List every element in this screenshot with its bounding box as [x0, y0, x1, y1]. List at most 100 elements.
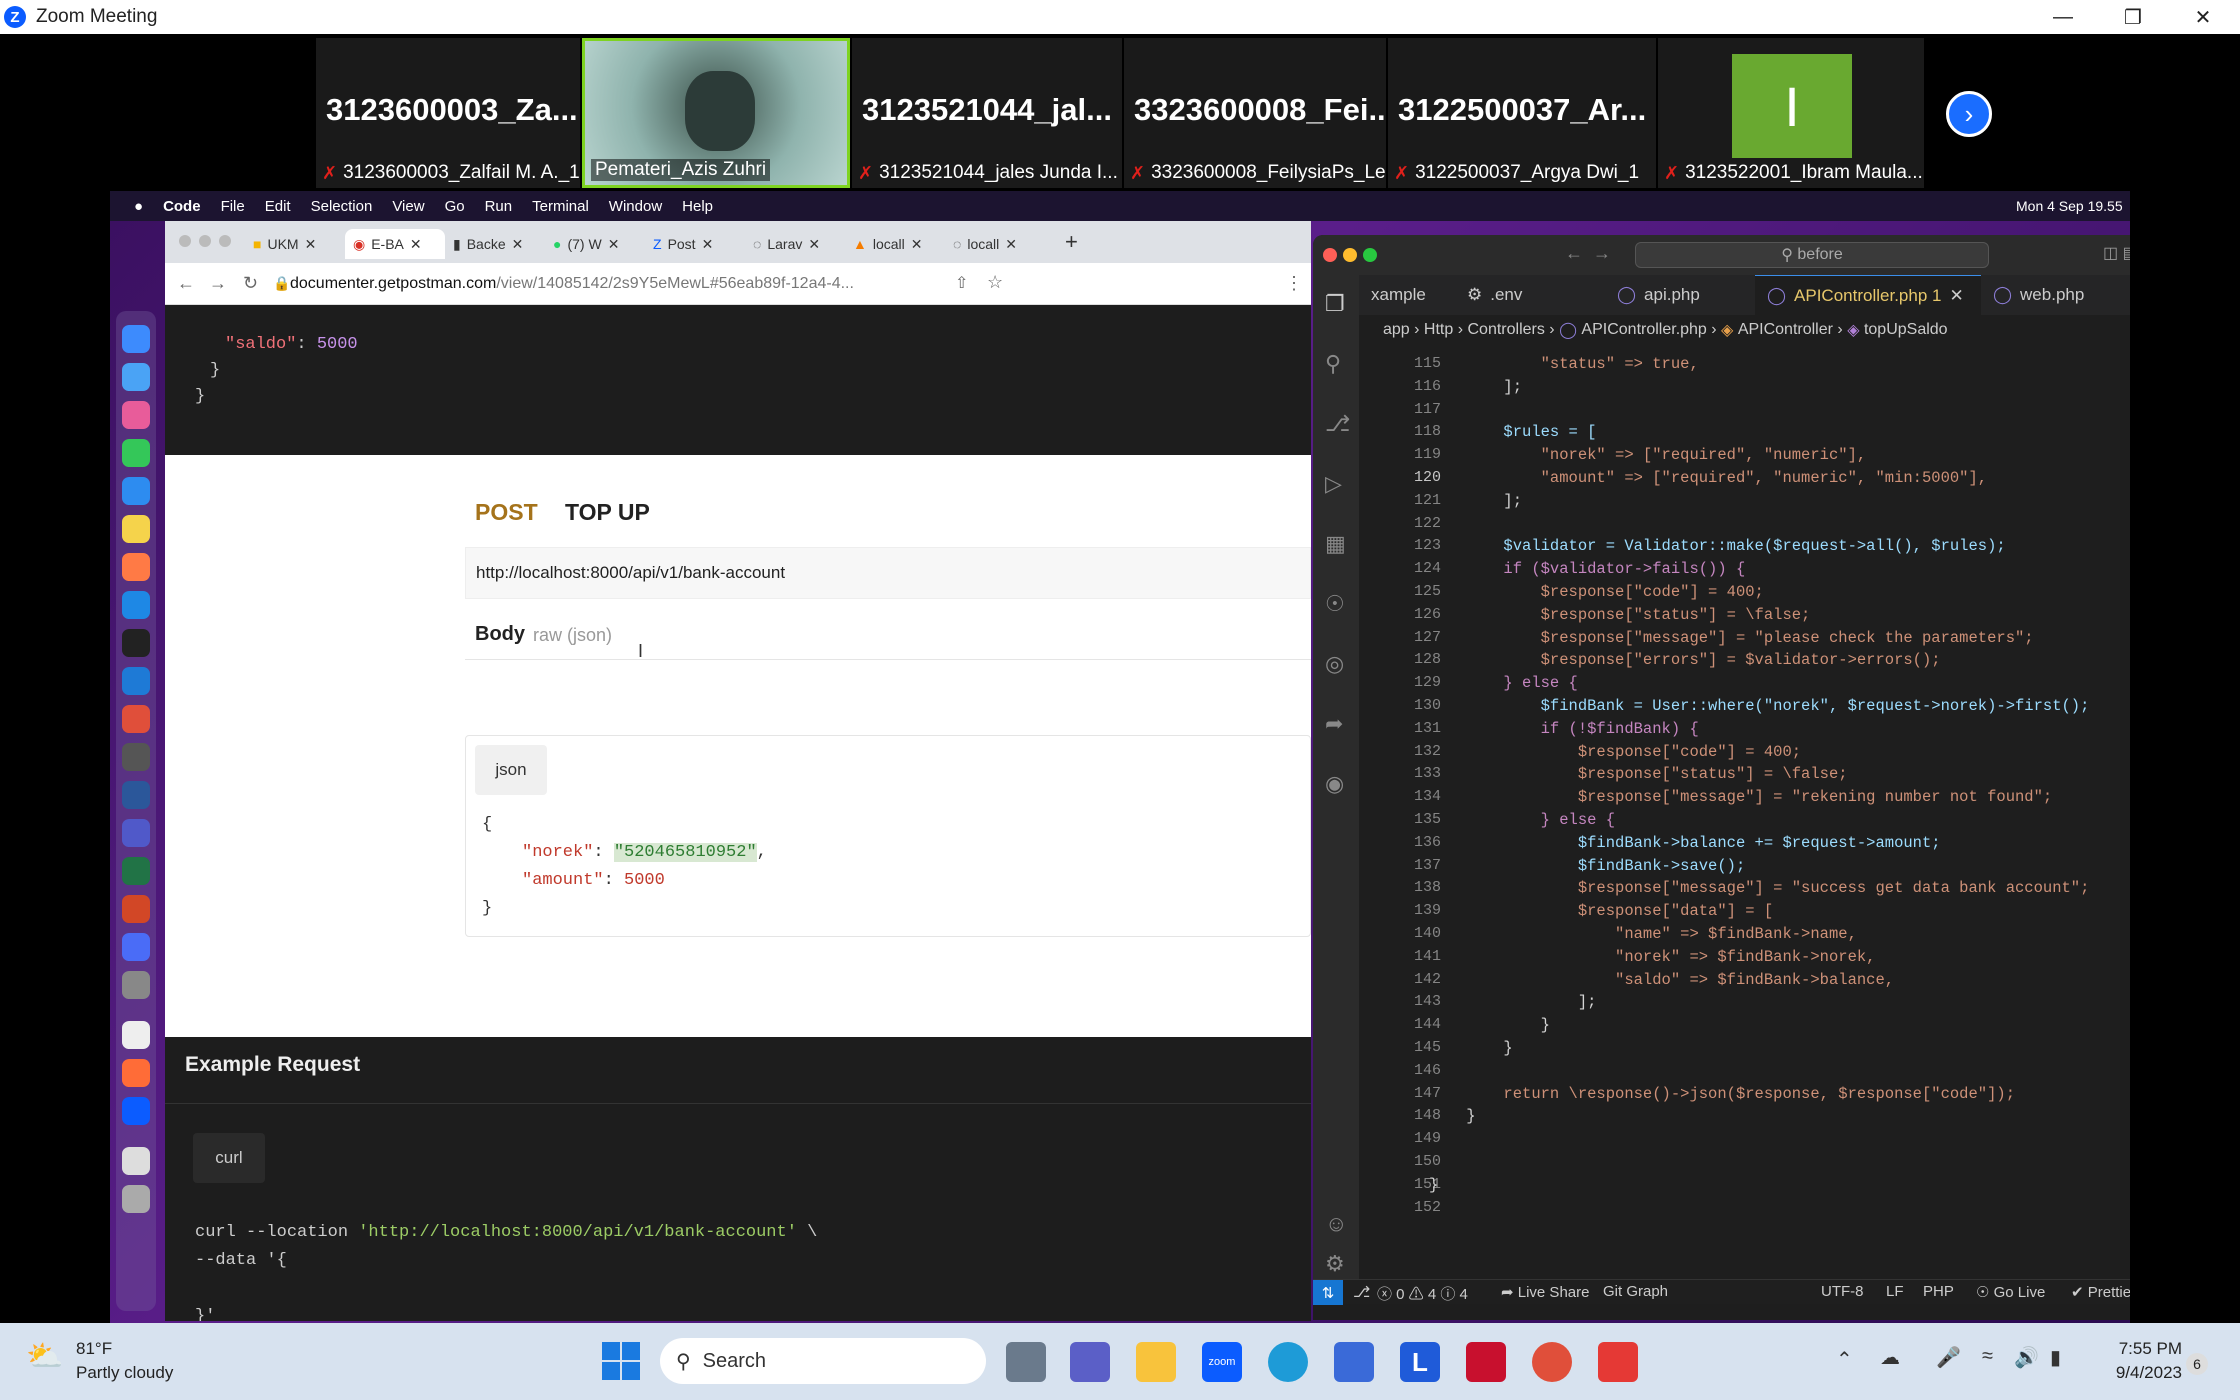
- tab-close-icon[interactable]: ✕: [1005, 236, 1017, 253]
- close-button[interactable]: ✕: [2168, 0, 2238, 34]
- code-line[interactable]: $response["message"] = "rekening number …: [1429, 788, 2052, 806]
- qr-icon[interactable]: [122, 1147, 150, 1175]
- code-line[interactable]: } else {: [1429, 811, 1615, 829]
- mail-icon[interactable]: [122, 477, 150, 505]
- menu-code[interactable]: Code: [163, 198, 201, 215]
- live-share-status[interactable]: ➦ Live Share: [1501, 1283, 1589, 1301]
- code-line[interactable]: ];: [1429, 378, 1522, 396]
- code-line[interactable]: "norek" => ["required", "numeric"],: [1429, 446, 1867, 464]
- forward-icon[interactable]: →: [209, 273, 227, 294]
- editor-tab[interactable]: ◯ api.php: [1605, 275, 1755, 315]
- code-line[interactable]: $response["errors"] = $validator->errors…: [1429, 651, 1941, 669]
- eol-status[interactable]: LF: [1886, 1283, 1904, 1300]
- editor-tab[interactable]: xample: [1359, 275, 1455, 315]
- battery-icon[interactable]: ▮: [2050, 1345, 2061, 1370]
- code-editor[interactable]: 115 "status" => true, 116 ]; 117 118 $rules…: [1359, 345, 2130, 1279]
- trash-icon[interactable]: [122, 1185, 150, 1213]
- minimize-button[interactable]: —: [2028, 0, 2098, 34]
- window-dot[interactable]: [199, 235, 211, 247]
- edge-icon[interactable]: [1268, 1342, 1308, 1382]
- code-line[interactable]: }: [1429, 1039, 1512, 1057]
- participant-tile[interactable]: I ✗ 3123522001_Ibram Maula...: [1658, 38, 1924, 188]
- extensions-icons[interactable]: [1015, 273, 1135, 295]
- git-branch-icon[interactable]: ⎇: [1353, 1283, 1370, 1301]
- menu-terminal[interactable]: Terminal: [532, 198, 589, 215]
- url-text[interactable]: documenter.getpostman.com/view/14085142/…: [290, 275, 854, 293]
- manage-gear-icon[interactable]: ⚙: [1325, 1251, 1345, 1277]
- accounts-icon[interactable]: ☺: [1325, 1211, 1347, 1237]
- notification-badge[interactable]: 6: [2186, 1353, 2208, 1375]
- menu-file[interactable]: File: [221, 198, 245, 215]
- settings-icon[interactable]: [122, 971, 150, 999]
- terminal-icon[interactable]: [122, 629, 150, 657]
- editor-tab[interactable]: ◯ web.php: [1981, 275, 2121, 315]
- teams-chat-icon[interactable]: [1070, 1342, 1110, 1382]
- browser-tab[interactable]: Z Post ✕: [645, 229, 745, 259]
- word-icon[interactable]: [122, 781, 150, 809]
- app-icon[interactable]: [1598, 1342, 1638, 1382]
- problems-count[interactable]: ⓧ 0 ⚠ 4 ⓘ 4: [1377, 1283, 1468, 1304]
- nav-back-icon[interactable]: ←: [1565, 243, 1583, 264]
- code-line[interactable]: }: [1429, 1016, 1550, 1034]
- tab-close-icon[interactable]: ✕: [911, 236, 923, 253]
- browser-tab[interactable]: ◌ Larav ✕: [745, 229, 845, 259]
- bookmark-icon[interactable]: ☆: [987, 272, 1003, 293]
- notes-icon[interactable]: [122, 515, 150, 543]
- json-tab[interactable]: json: [475, 745, 547, 795]
- apple-icon[interactable]: ●: [134, 198, 143, 215]
- new-tab-button[interactable]: +: [1065, 229, 1078, 255]
- code-line[interactable]: "status" => true,: [1429, 355, 1699, 373]
- database-icon[interactable]: ◉: [1325, 771, 1344, 797]
- live-share-icon[interactable]: ➦: [1325, 711, 1343, 737]
- code-line[interactable]: "name" => $findBank->name,: [1429, 925, 1857, 943]
- remote-icon[interactable]: ◎: [1325, 651, 1344, 677]
- window-dot[interactable]: [219, 235, 231, 247]
- command-center[interactable]: ⚲ before: [1635, 242, 1989, 268]
- code-line[interactable]: $response["data"] = [: [1429, 902, 1773, 920]
- code-line[interactable]: if ($validator->fails()) {: [1429, 560, 1745, 578]
- vscode-icon[interactable]: [122, 667, 150, 695]
- participant-tile[interactable]: 3323600008_Fei... ✗ 3323600008_FeilysiaPs…: [1124, 38, 1386, 188]
- menu-go[interactable]: Go: [445, 198, 465, 215]
- code-line[interactable]: $validator = Validator::make($request->a…: [1429, 537, 2005, 555]
- browser-tab[interactable]: ◌ locall ✕: [945, 229, 1045, 259]
- crumb-item[interactable]: APIController: [1738, 321, 1833, 339]
- tab-close-icon[interactable]: ✕: [1949, 286, 1963, 306]
- code-line[interactable]: }: [1429, 1176, 1438, 1194]
- tab-close-icon[interactable]: ✕: [608, 236, 620, 253]
- back-icon[interactable]: ←: [177, 273, 195, 294]
- finder-icon[interactable]: [122, 325, 150, 353]
- screenshot-icon[interactable]: [122, 743, 150, 771]
- crumb-item[interactable]: APIController.php: [1581, 321, 1706, 339]
- file-explorer-icon[interactable]: [1136, 1342, 1176, 1382]
- menu-selection[interactable]: Selection: [311, 198, 373, 215]
- clock-time[interactable]: 7:55 PM: [2106, 1339, 2182, 1359]
- code-line[interactable]: $findBank->balance += $request->amount;: [1429, 834, 1941, 852]
- chrome-icon[interactable]: [1532, 1342, 1572, 1382]
- start-icon[interactable]: [602, 1342, 642, 1382]
- zoom-icon[interactable]: [122, 1097, 150, 1125]
- code-line[interactable]: } else {: [1429, 674, 1577, 692]
- run-debug-icon[interactable]: ▷: [1325, 471, 1342, 497]
- powerpoint-icon[interactable]: [122, 895, 150, 923]
- endpoint-url[interactable]: http://localhost:8000/api/v1/bank-accoun…: [476, 563, 785, 583]
- menu-help[interactable]: Help: [682, 198, 713, 215]
- curl-tab[interactable]: curl: [193, 1133, 265, 1183]
- menu-run[interactable]: Run: [485, 198, 513, 215]
- go-live-status[interactable]: ☉ Go Live: [1976, 1283, 2045, 1301]
- code-line[interactable]: return \response()->json($response, $res…: [1429, 1085, 2015, 1103]
- crumb-item[interactable]: Http: [1424, 321, 1453, 339]
- menu-edit[interactable]: Edit: [265, 198, 291, 215]
- explorer-icon[interactable]: ❐: [1325, 291, 1345, 317]
- code-line[interactable]: if (!$findBank) {: [1429, 720, 1699, 738]
- code-line[interactable]: $response["message"] = "please check the…: [1429, 629, 2034, 647]
- zoom-dot[interactable]: [1363, 248, 1377, 262]
- window-dot[interactable]: [179, 235, 191, 247]
- app-icon[interactable]: [122, 933, 150, 961]
- chrome-icon[interactable]: [122, 705, 150, 733]
- editor-tab[interactable]: ⚙ .env: [1455, 275, 1605, 315]
- photos-icon[interactable]: [122, 553, 150, 581]
- code-line[interactable]: $rules = [: [1429, 423, 1596, 441]
- wifi-icon[interactable]: ≈: [1982, 1345, 1993, 1368]
- code-line[interactable]: $response["status"] = \false;: [1429, 606, 1811, 624]
